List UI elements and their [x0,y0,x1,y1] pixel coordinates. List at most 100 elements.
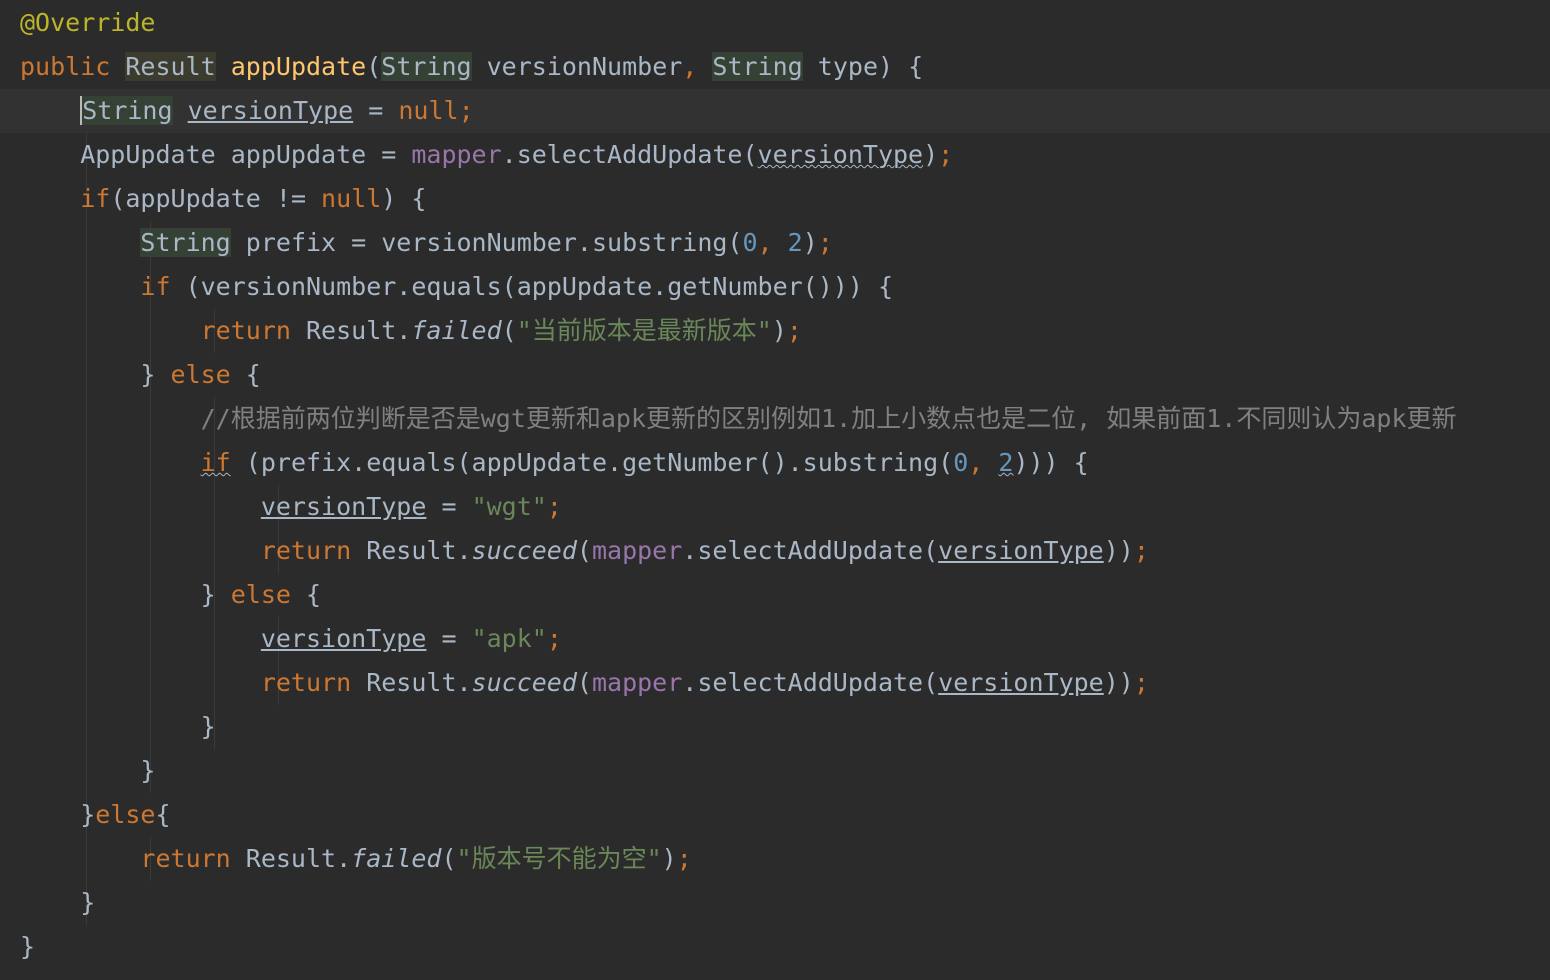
code-token: mapper [591,668,683,697]
code-token: } [20,712,216,741]
code-token: Result. [366,536,472,565]
code-token: ; [546,624,562,653]
code-line[interactable]: return Result.failed("当前版本是最新版本"); [0,309,1550,353]
code-token: return [140,844,246,873]
code-token: , [757,228,788,257]
code-token: ))) { [1013,448,1089,477]
code-token: ) [802,228,818,257]
code-token: , [968,448,999,477]
code-line[interactable]: versionType = "apk"; [0,617,1550,661]
code-token: @Override [20,8,156,37]
code-token: ( [576,536,592,565]
code-token: null [321,184,382,213]
code-token: if [80,184,111,213]
code-token: String [381,52,472,81]
code-token: ; [1133,536,1149,565]
code-line[interactable]: if (prefix.equals(appUpdate.getNumber().… [0,441,1550,485]
code-line-text: return Result.succeed(mapper.selectAddUp… [20,529,1149,573]
code-token: versionType [260,624,427,653]
code-token: "apk" [471,624,547,653]
code-token: S [80,96,98,125]
code-line[interactable]: AppUpdate appUpdate = mapper.selectAddUp… [0,133,1550,177]
code-token: Result. [245,844,352,873]
code-line[interactable]: } else { [0,573,1550,617]
code-line[interactable]: //根据前两位判断是否是wgt更新和apk更新的区别例如1.加上小数点也是二位,… [0,397,1550,441]
code-token: )) [1103,536,1134,565]
code-line-text: if(appUpdate != null) { [20,177,426,221]
code-line-text: return Result.succeed(mapper.selectAddUp… [20,661,1149,705]
code-token: } [20,360,171,389]
code-line-text: versionType = "apk"; [20,617,562,661]
code-token: versionType [260,492,427,521]
code-token: ) [923,140,939,169]
code-line-text: if (versionNumber.equals(appUpdate.getNu… [20,265,893,309]
code-line[interactable]: String versionType = null; [0,89,1550,133]
code-line-text: } [20,881,95,925]
code-line[interactable]: return Result.succeed(mapper.selectAddUp… [0,661,1550,705]
code-token: } [20,756,156,785]
code-token: Result. [366,668,472,697]
code-line-text: } [20,705,216,749]
code-token: } [20,580,231,609]
code-line[interactable]: @Override [0,1,1550,45]
code-token: ( [576,668,592,697]
code-token: "版本号不能为空" [456,844,662,873]
code-line[interactable]: } [0,881,1550,925]
code-line[interactable]: } else { [0,353,1550,397]
code-token: { [155,800,171,829]
code-token: "当前版本是最新版本" [516,316,772,345]
code-token: type) { [802,52,924,81]
code-token: Result [125,52,216,81]
code-token: 0 [742,228,758,257]
code-token: else [230,580,291,609]
code-token: return [260,668,367,697]
code-token: ( [366,52,382,81]
code-line-text: } [20,749,155,793]
code-line-text: }else{ [20,793,171,837]
code-line[interactable]: } [0,705,1550,749]
code-token: } [20,800,96,829]
code-token: ; [938,140,954,169]
code-token: return [260,536,367,565]
code-line-text: } else { [20,573,321,617]
code-line[interactable]: if (versionNumber.equals(appUpdate.getNu… [0,265,1550,309]
code-line[interactable]: versionType = "wgt"; [0,485,1550,529]
code-token: versionType [938,668,1104,697]
code-line-text: String prefix = versionNumber.substring(… [20,221,833,265]
code-token: else [95,800,156,829]
code-editor[interactable]: @Override public Result appUpdate(String … [0,0,1550,980]
code-line[interactable]: } [0,749,1550,793]
code-line-text: public Result appUpdate(String versionNu… [20,45,923,89]
code-line[interactable]: String prefix = versionNumber.substring(… [0,221,1550,265]
code-token: } [20,932,36,961]
code-token: .selectAddUpdate( [682,668,939,697]
code-token: mapper [591,536,683,565]
code-token: ( [441,844,457,873]
code-token: ; [676,844,692,873]
code-line[interactable]: }else{ [0,793,1550,837]
code-line-text: //根据前两位判断是否是wgt更新和apk更新的区别例如1.加上小数点也是二位,… [20,397,1457,441]
code-line[interactable]: } [0,925,1550,969]
code-line-text: return Result.failed("版本号不能为空"); [20,837,692,881]
code-line[interactable]: public Result appUpdate(String versionNu… [0,45,1550,89]
code-token: (prefix.equals(appUpdate.getNumber().sub… [230,448,954,477]
code-line[interactable]: if(appUpdate != null) { [0,177,1550,221]
code-line-text: @Override [20,1,155,45]
code-line[interactable]: return Result.failed("版本号不能为空"); [0,837,1550,881]
code-token: if [200,448,231,477]
code-line-text: AppUpdate appUpdate = mapper.selectAddUp… [20,133,953,177]
code-line-text: return Result.failed("当前版本是最新版本"); [20,309,802,353]
code-token: return [200,316,306,345]
code-line-text: } [20,925,35,969]
code-token: public [20,52,126,81]
code-line[interactable]: return Result.succeed(mapper.selectAddUp… [0,529,1550,573]
